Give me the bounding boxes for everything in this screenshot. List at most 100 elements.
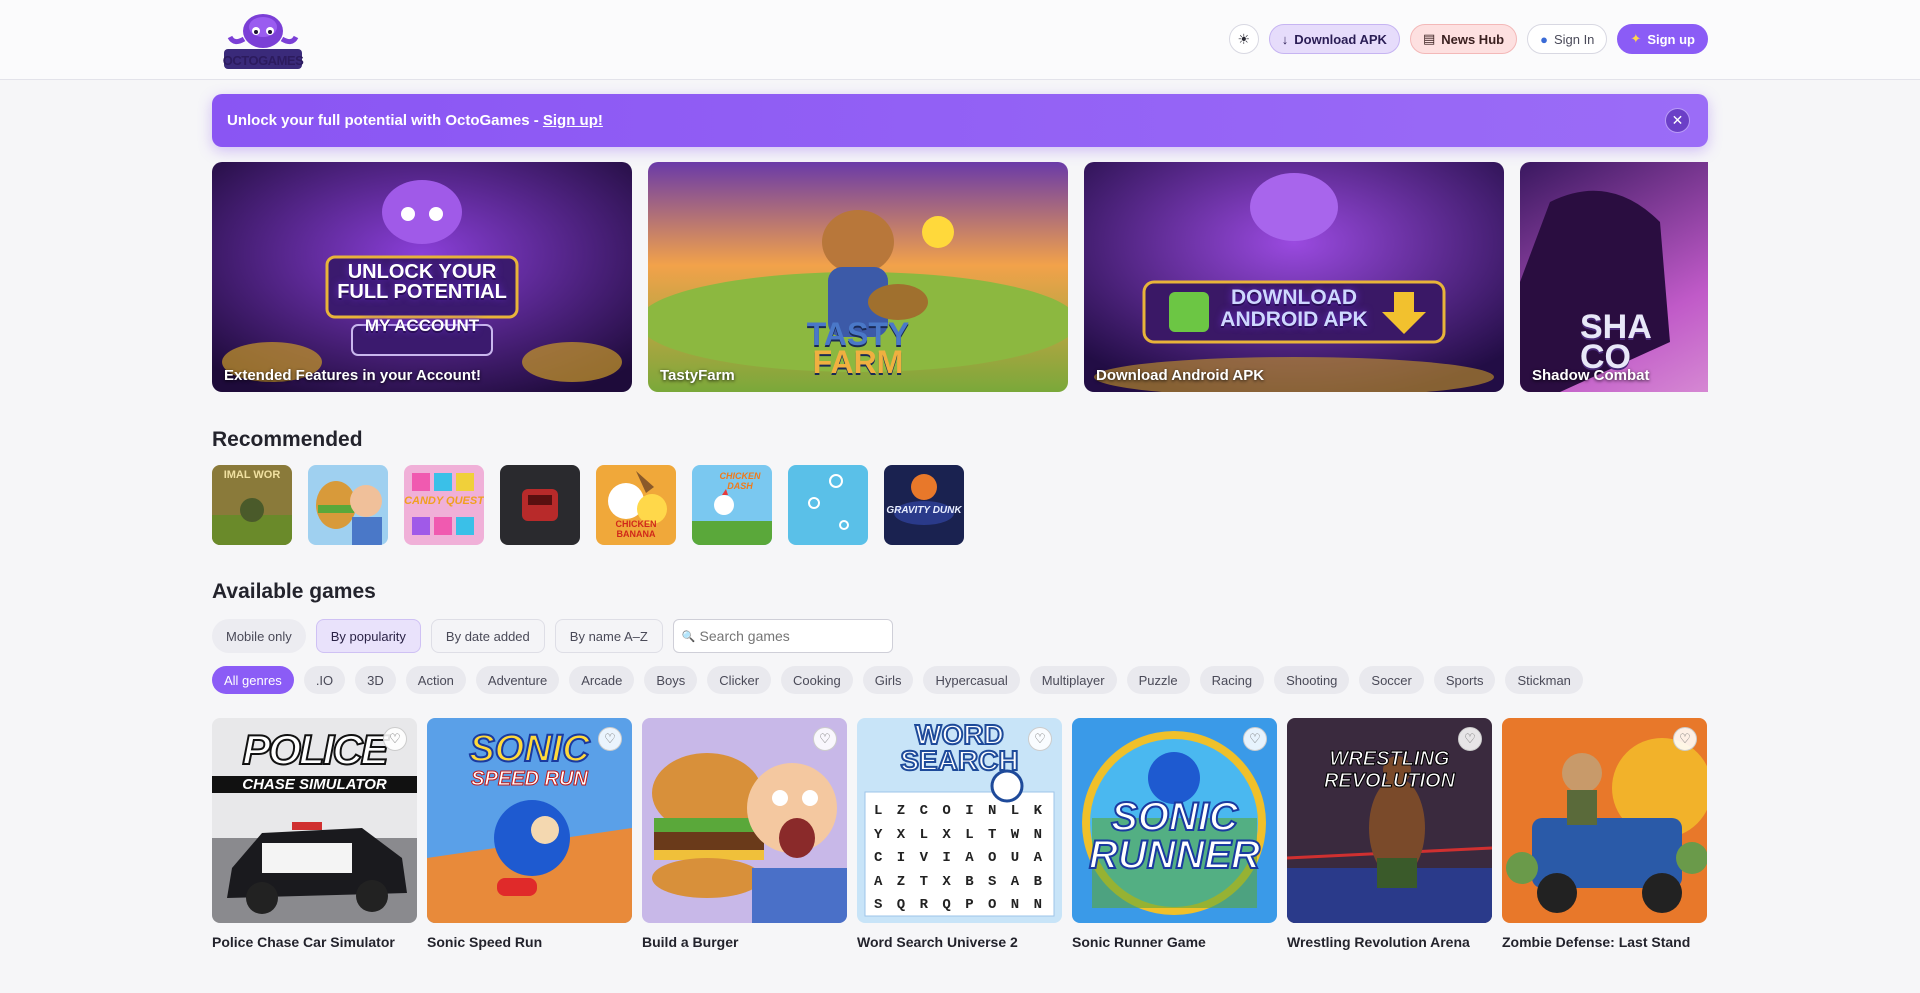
- download-apk-label: Download APK: [1294, 31, 1387, 47]
- genre-chip[interactable]: Stickman: [1505, 666, 1583, 694]
- sort-by-date[interactable]: By date added: [430, 619, 545, 653]
- genre-chip[interactable]: Action: [405, 666, 466, 694]
- arrow-down-icon: ↓: [1281, 31, 1289, 47]
- recommended-game-tile[interactable]: CHICKEN DASH: [692, 465, 772, 545]
- word-grid-row: L Z C O I N L K: [873, 803, 1046, 819]
- game-thumbnail[interactable]: SONIC RUNNER ♡: [1072, 718, 1277, 923]
- game-thumbnail[interactable]: ♡: [1502, 718, 1707, 923]
- logo-text: OCTOGAMES: [222, 53, 304, 68]
- top-bar: OCTOGAMES ☀ ↓ Download APK ▤ News Hub ● …: [0, 0, 1920, 80]
- game-thumbnail[interactable]: WORD SEARCH L Z C O I N L K Y X L X L T …: [857, 718, 1062, 923]
- recommended-game-tile[interactable]: CHICKEN BANANA: [596, 465, 676, 545]
- game-card[interactable]: WRESTLING REVOLUTION ♡ Wrestling Revolut…: [1287, 718, 1492, 950]
- genre-chip[interactable]: Boys: [644, 666, 698, 694]
- game-title[interactable]: Sonic Runner Game: [1072, 934, 1277, 950]
- genre-chip[interactable]: .IO: [303, 666, 346, 694]
- banner-message: Unlock your full potential with OctoGame…: [227, 112, 543, 129]
- game-title[interactable]: Build a Burger: [642, 934, 847, 950]
- hero-art-text: MY ACCOUNT: [364, 316, 480, 335]
- sort-by-popularity[interactable]: By popularity: [315, 619, 421, 653]
- genre-chip[interactable]: 3D: [355, 666, 396, 694]
- tile-art-text: GRAVITY DUNK: [886, 505, 962, 516]
- recommended-game-tile[interactable]: [500, 465, 580, 545]
- hero-card-download-apk[interactable]: DOWNLOAD ANDROID APK Download Android AP…: [1084, 162, 1504, 392]
- recommended-game-tile[interactable]: GRAVITY DUNK: [884, 465, 964, 545]
- sign-up-label: Sign up: [1647, 31, 1695, 47]
- genre-chip[interactable]: Cooking: [781, 666, 853, 694]
- heart-icon[interactable]: ♡: [813, 727, 837, 751]
- thumb-art-line: WRESTLING: [1329, 748, 1450, 771]
- hero-card-tastyfarm[interactable]: TASTY FARM TastyFarm: [648, 162, 1068, 392]
- hero-title: TastyFarm: [660, 367, 735, 384]
- game-title[interactable]: Wrestling Revolution Arena: [1287, 934, 1492, 950]
- thumb-art-text: CHASE SIMULATOR: [212, 776, 417, 793]
- genre-chip[interactable]: Multiplayer: [1029, 666, 1117, 694]
- game-thumbnail[interactable]: WRESTLING REVOLUTION ♡: [1287, 718, 1492, 923]
- heart-icon[interactable]: ♡: [1243, 727, 1267, 751]
- genre-chip[interactable]: Soccer: [1359, 666, 1424, 694]
- close-icon[interactable]: ✕: [1665, 108, 1690, 133]
- game-card[interactable]: SONIC SPEED RUN ♡ Sonic Speed Run: [427, 718, 632, 950]
- recommended-game-tile[interactable]: CANDY QUEST: [404, 465, 484, 545]
- recommended-game-tile[interactable]: IMAL WOR: [212, 465, 292, 545]
- hero-art-text: UNLOCK YOUR: [347, 261, 497, 283]
- recommended-heading: Recommended: [212, 428, 363, 451]
- game-thumbnail[interactable]: POLICE CHASE SIMULATOR ♡: [212, 718, 417, 923]
- genre-chip-all[interactable]: All genres: [212, 666, 294, 694]
- mobile-only-toggle[interactable]: Mobile only: [212, 619, 306, 653]
- game-card[interactable]: WORD SEARCH L Z C O I N L K Y X L X L T …: [857, 718, 1062, 950]
- genre-chip[interactable]: Clicker: [707, 666, 772, 694]
- sort-by-name[interactable]: By name A–Z: [554, 619, 663, 653]
- recommended-game-tile[interactable]: [308, 465, 388, 545]
- game-card[interactable]: ♡ Zombie Defense: Last Stand: [1502, 718, 1707, 950]
- tile-art-text: CHICKEN BANANA: [615, 519, 657, 539]
- game-thumbnail[interactable]: ♡: [642, 718, 847, 923]
- download-apk-button[interactable]: ↓ Download APK: [1268, 24, 1400, 54]
- news-hub-button[interactable]: ▤ News Hub: [1409, 24, 1518, 54]
- game-card[interactable]: POLICE CHASE SIMULATOR ♡ Police Chase Ca…: [212, 718, 417, 950]
- hero-card-account[interactable]: UNLOCK YOUR FULL POTENTIAL MY ACCOUNT Ex…: [212, 162, 632, 392]
- genre-chip[interactable]: Racing: [1199, 666, 1265, 694]
- genre-chip[interactable]: Arcade: [569, 666, 635, 694]
- theme-toggle-button[interactable]: ☀: [1228, 24, 1259, 54]
- game-card[interactable]: SONIC RUNNER ♡ Sonic Runner Game: [1072, 718, 1277, 950]
- heart-icon[interactable]: ♡: [598, 727, 622, 751]
- genre-chip[interactable]: Sports: [1433, 666, 1496, 694]
- heart-icon[interactable]: ♡: [1458, 727, 1482, 751]
- search-input[interactable]: [699, 628, 880, 644]
- search-box[interactable]: 🔍: [672, 619, 893, 653]
- hero-title: Download Android APK: [1096, 367, 1265, 384]
- game-card[interactable]: ♡ Build a Burger: [642, 718, 847, 950]
- heart-icon[interactable]: ♡: [1673, 727, 1697, 751]
- game-title[interactable]: Police Chase Car Simulator: [212, 934, 417, 950]
- genre-chip[interactable]: Adventure: [475, 666, 560, 694]
- genre-chip[interactable]: Shooting: [1274, 666, 1350, 694]
- game-thumbnail[interactable]: SONIC SPEED RUN ♡: [427, 718, 632, 923]
- recommended-game-tile[interactable]: [788, 465, 868, 545]
- game-title[interactable]: Zombie Defense: Last Stand: [1502, 934, 1707, 950]
- sort-filters: Mobile only By popularity By date added …: [212, 619, 893, 653]
- heart-icon[interactable]: ♡: [1028, 727, 1052, 751]
- heart-icon[interactable]: ♡: [383, 727, 407, 751]
- word-grid-row: S Q R Q P O N N: [873, 897, 1046, 913]
- user-icon: ●: [1540, 31, 1548, 47]
- sign-in-label: Sign In: [1553, 31, 1595, 47]
- genre-chip[interactable]: Girls: [862, 666, 914, 694]
- thumb-art-line: RUNNER: [1088, 833, 1261, 877]
- genre-filters: All genres .IO 3D Action Adventure Arcad…: [212, 666, 1583, 694]
- game-title[interactable]: Sonic Speed Run: [427, 934, 632, 950]
- games-grid: POLICE CHASE SIMULATOR ♡ Police Chase Ca…: [212, 718, 1712, 950]
- sign-up-button[interactable]: ✦ Sign up: [1617, 24, 1708, 54]
- banner-signup-link[interactable]: Sign up!: [543, 112, 603, 129]
- sign-in-button[interactable]: ● Sign In: [1527, 24, 1608, 54]
- hero-card-shadow-combat[interactable]: SHA CO Shadow Combat: [1520, 162, 1708, 392]
- genre-chip[interactable]: Puzzle: [1126, 666, 1190, 694]
- genre-chip[interactable]: Hypercasual: [923, 666, 1020, 694]
- octogames-logo[interactable]: OCTOGAMES: [222, 9, 304, 72]
- hero-art-text: FULL POTENTIAL: [337, 281, 507, 303]
- game-title[interactable]: Word Search Universe 2: [857, 934, 1062, 950]
- recommended-row: IMAL WOR CANDY QUEST CHICKEN BANANA CHIC…: [212, 465, 964, 545]
- news-hub-label: News Hub: [1441, 31, 1505, 47]
- hero-carousel: UNLOCK YOUR FULL POTENTIAL MY ACCOUNT Ex…: [212, 162, 1708, 392]
- header-nav: ☀ ↓ Download APK ▤ News Hub ● Sign In ✦ …: [1228, 24, 1708, 54]
